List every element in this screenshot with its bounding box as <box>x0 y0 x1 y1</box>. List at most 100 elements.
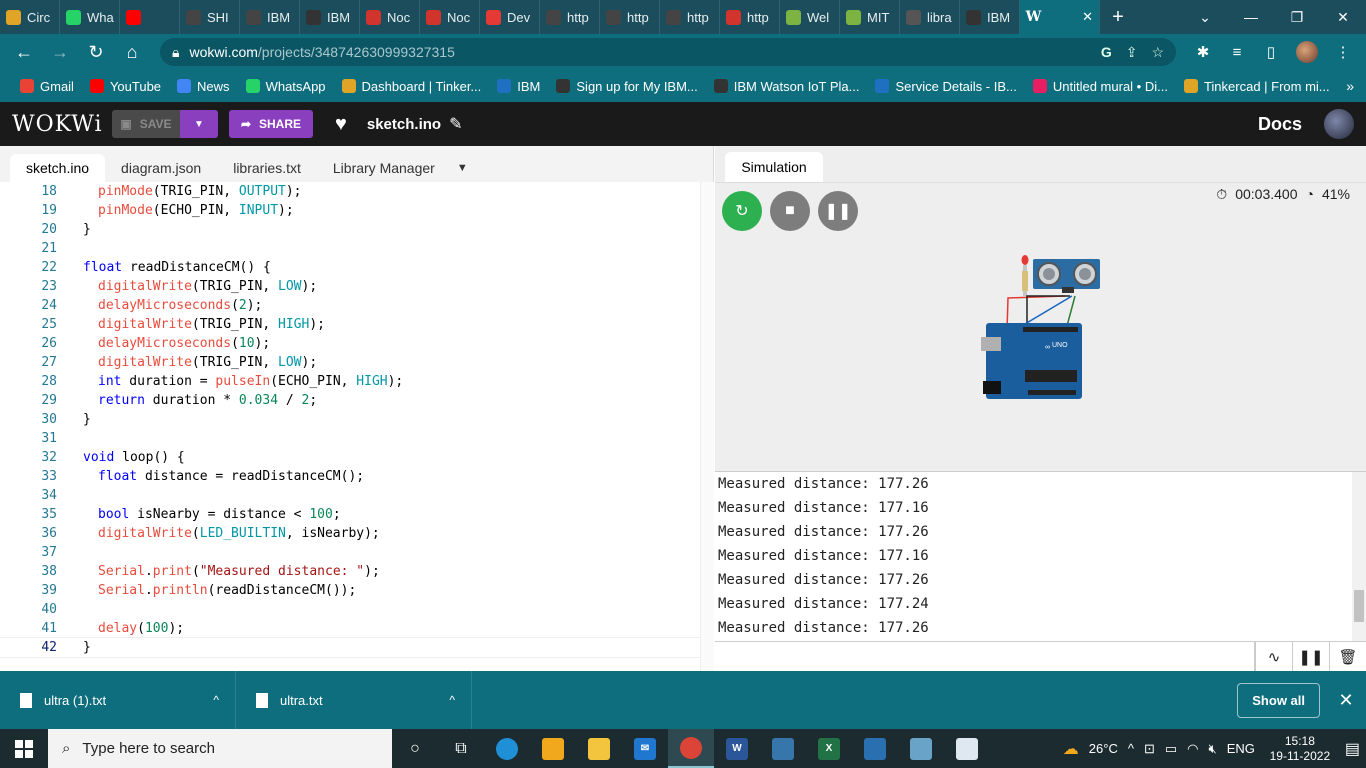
bookmark-item[interactable]: News <box>169 79 238 94</box>
circuit-diagram[interactable]: ∞ UNO <box>715 146 1366 471</box>
code-line[interactable]: 34 <box>0 486 700 505</box>
browser-tab[interactable]: MIT <box>840 0 900 34</box>
tray-chevron-icon[interactable]: ^ <box>1128 741 1134 756</box>
serial-input[interactable] <box>715 642 1255 671</box>
code-line[interactable]: 22 float readDistanceCM() { <box>0 258 700 277</box>
bookmark-item[interactable]: IBM <box>489 79 548 94</box>
windows-start-icon[interactable] <box>0 729 48 768</box>
tab-search-icon[interactable]: ⌄ <box>1182 9 1228 26</box>
tab-sketch-ino[interactable]: sketch.ino <box>10 154 106 182</box>
code-line[interactable]: 28 int duration = pulseIn(ECHO_PIN, HIGH)… <box>0 372 700 391</box>
forward-arrow-icon[interactable]: → <box>44 36 76 68</box>
download-item[interactable]: ultra.txt ^ <box>236 671 472 729</box>
tab-diagram-json[interactable]: diagram.json <box>105 154 217 182</box>
code-line[interactable]: 41 delay(100); <box>0 619 700 638</box>
browser-tab[interactable]: Wel <box>780 0 840 34</box>
bookmark-item[interactable]: IBM Watson IoT Pla... <box>706 79 868 94</box>
docs-link[interactable]: Docs <box>1258 114 1302 135</box>
bookmark-item[interactable]: Service Details - IB... <box>867 79 1024 94</box>
save-dropdown-button[interactable]: ▼ <box>180 110 218 138</box>
code-line[interactable]: 27 digitalWrite(TRIG_PIN, LOW); <box>0 353 700 372</box>
code-line[interactable]: 18 pinMode(TRIG_PIN, OUTPUT); <box>0 182 700 201</box>
mail-icon[interactable]: ✉ <box>622 729 668 768</box>
browser-tab[interactable]: http <box>720 0 780 34</box>
chevron-up-icon[interactable]: ^ <box>213 693 219 707</box>
browser-tab[interactable]: Wha <box>60 0 120 34</box>
arduino-uno-board[interactable]: ∞ UNO <box>981 323 1082 399</box>
heart-icon[interactable]: ♥ <box>335 113 347 136</box>
browser-tab[interactable]: Dev <box>480 0 540 34</box>
address-bar[interactable]: 🔒︎ wokwi.com/projects/348742630999327315… <box>160 38 1176 66</box>
bookmark-star-icon[interactable]: ☆ <box>1151 44 1164 61</box>
google-icon[interactable]: G <box>1101 44 1112 61</box>
browser-tab[interactable]: Noc <box>420 0 480 34</box>
reload-icon[interactable]: ↻ <box>80 36 112 68</box>
chevron-up-icon[interactable]: ^ <box>449 693 455 707</box>
bookmark-item[interactable]: Untitled mural • Di... <box>1025 79 1176 94</box>
chrome-menu-icon[interactable]: ⋮ <box>1328 43 1358 61</box>
bookmark-item[interactable]: Gmail <box>12 79 82 94</box>
code-line[interactable]: 26 delayMicroseconds(10); <box>0 334 700 353</box>
code-line[interactable]: 25 digitalWrite(TRIG_PIN, HIGH); <box>0 315 700 334</box>
share-button[interactable]: ➦ SHARE <box>229 110 313 138</box>
browser-tab[interactable]: IBM <box>300 0 360 34</box>
media-control-icon[interactable]: ≡ <box>1222 44 1252 61</box>
home-icon[interactable]: ⌂ <box>116 36 148 68</box>
browser-tab[interactable]: IBM <box>960 0 1020 34</box>
edge-icon[interactable] <box>484 729 530 768</box>
weather-temp[interactable]: 26°C <box>1089 741 1118 756</box>
browser-tab[interactable]: http <box>660 0 720 34</box>
close-window-icon[interactable]: ✕ <box>1320 9 1366 26</box>
weather-icon[interactable]: ☁ <box>1063 739 1079 759</box>
task-view-icon[interactable]: ⧉ <box>438 729 484 768</box>
excel-icon[interactable]: X <box>806 729 852 768</box>
bookmark-item[interactable]: Dashboard | Tinker... <box>334 79 490 94</box>
code-line[interactable]: 21 <box>0 239 700 258</box>
store-icon[interactable] <box>530 729 576 768</box>
code-line[interactable]: 39 Serial.println(readDistanceCM()); <box>0 581 700 600</box>
code-line[interactable]: 20} <box>0 220 700 239</box>
browser-tab[interactable]: http <box>600 0 660 34</box>
bookmark-item[interactable]: Tinkercad | From mi... <box>1176 79 1338 94</box>
language-indicator[interactable]: ENG <box>1227 741 1255 756</box>
browser-tab[interactable]: http <box>540 0 600 34</box>
bookmark-item[interactable]: YouTube <box>82 79 169 94</box>
code-line[interactable]: 32 void loop() { <box>0 448 700 467</box>
sketch-name[interactable]: sketch.ino <box>367 116 441 133</box>
extensions-icon[interactable]: ✱ <box>1188 43 1218 61</box>
battery-icon[interactable]: ▭ <box>1165 741 1177 757</box>
code-area[interactable]: 18 pinMode(TRIG_PIN, OUTPUT); 19 pinMode(EC… <box>0 182 700 671</box>
tabs-dropdown-icon[interactable]: ▼ <box>451 154 474 182</box>
notification-icon[interactable]: ▤ <box>1345 739 1360 759</box>
volume-icon[interactable]: 🔇︎ <box>1209 741 1217 757</box>
cortana-icon[interactable]: ○ <box>392 729 438 768</box>
code-line[interactable]: 36 digitalWrite(LED_BUILTIN, isNearby); <box>0 524 700 543</box>
close-downloads-icon[interactable]: ✕ <box>1326 690 1366 711</box>
browser-tab[interactable]: SHI <box>180 0 240 34</box>
code-line[interactable]: 23 digitalWrite(TRIG_PIN, LOW); <box>0 277 700 296</box>
browser-tab-active[interactable]: W ✕ <box>1020 0 1100 34</box>
code-line[interactable]: 33 float distance = readDistanceCM(); <box>0 467 700 486</box>
download-item[interactable]: ultra (1).txt ^ <box>0 671 236 729</box>
bookmark-item[interactable]: Sign up for My IBM... <box>548 79 705 94</box>
ultrasonic-sensor[interactable] <box>1033 259 1100 293</box>
serial-scrollbar[interactable] <box>1352 472 1366 642</box>
file-explorer-icon[interactable] <box>576 729 622 768</box>
code-line[interactable]: 31 <box>0 429 700 448</box>
code-line[interactable]: 19 pinMode(ECHO_PIN, INPUT); <box>0 201 700 220</box>
browser-tab[interactable]: Circ <box>0 0 60 34</box>
minimize-icon[interactable]: — <box>1228 9 1274 26</box>
wifi-icon[interactable]: ◠ <box>1187 741 1198 757</box>
wokwi-logo[interactable]: WOKWi <box>12 112 112 137</box>
show-all-button[interactable]: Show all <box>1237 682 1320 718</box>
code-line[interactable]: 40 <box>0 600 700 619</box>
tab-library-manager[interactable]: Library Manager <box>317 154 451 182</box>
new-tab-button[interactable]: + <box>1100 6 1136 29</box>
red-led[interactable] <box>1021 255 1029 296</box>
browser-tab[interactable] <box>120 0 180 34</box>
browser-tab[interactable]: libra <box>900 0 960 34</box>
taskbar-search[interactable]: ⌕ Type here to search <box>48 729 392 768</box>
pencil-edit-icon[interactable]: ✎ <box>449 114 462 134</box>
editor-scrollbar[interactable] <box>700 182 714 671</box>
user-avatar[interactable] <box>1324 109 1354 139</box>
